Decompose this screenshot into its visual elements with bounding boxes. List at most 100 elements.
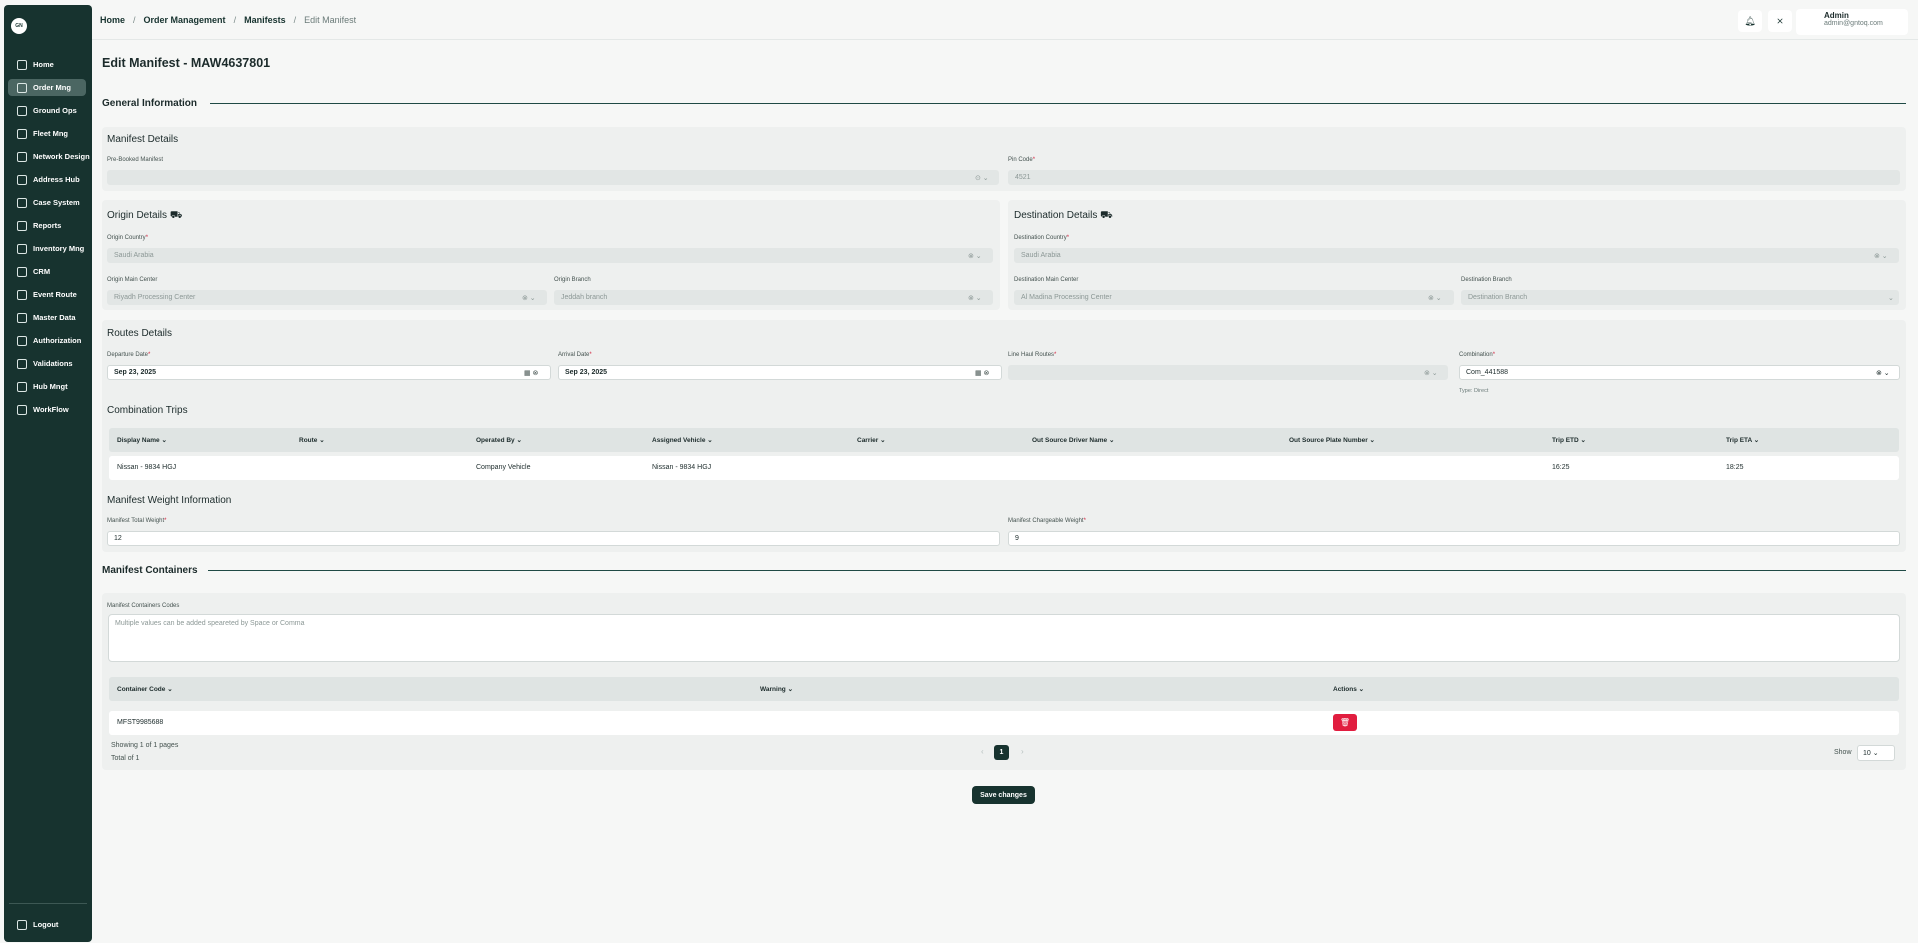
sidebar: GN Home Order Mng Ground Ops Fleet Mng Netwo… (4, 5, 92, 942)
cell-trip-eta: 18:25 (1726, 464, 1744, 471)
sidebar-item-fleet-mng[interactable]: Fleet Mng (8, 125, 86, 142)
containers-codes-textarea[interactable]: Multiple values can be added speareted b… (108, 614, 1900, 662)
destination-main-center-select[interactable]: Al Madina Processing Center (1014, 290, 1454, 305)
sidebar-item-label: Reports (33, 221, 62, 230)
translate-icon: ⨯ (1776, 15, 1784, 26)
arrival-date-input[interactable]: Sep 23, 2025 (558, 365, 1002, 380)
clear-icon[interactable]: ⊗ ⌄ (1874, 252, 1888, 260)
logout-icon (17, 919, 27, 930)
combination-label: Combination* (1459, 352, 1496, 358)
sidebar-item-case-system[interactable]: Case System (8, 194, 86, 211)
prev-page-icon[interactable]: ‹ (981, 747, 984, 756)
next-page-icon[interactable]: › (1021, 747, 1024, 756)
sidebar-item-master-data[interactable]: Master Data (8, 309, 86, 326)
delete-container-button[interactable]: 🗑︎ (1333, 714, 1357, 731)
ground-ops-icon (17, 105, 27, 116)
sidebar-item-workflow[interactable]: WorkFlow (8, 401, 86, 418)
page-button-current[interactable]: 1 (994, 745, 1009, 760)
origin-main-center-select[interactable]: Riyadh Processing Center (107, 290, 547, 305)
sidebar-item-home[interactable]: Home (8, 56, 86, 73)
translate-button[interactable]: ⨯ (1768, 10, 1792, 32)
clear-icon[interactable]: ⊗ ⌄ (522, 294, 536, 302)
chargeable-weight-label: Manifest Chargeable Weight* (1008, 518, 1086, 524)
event-route-icon (17, 289, 27, 300)
sidebar-item-crm[interactable]: CRM (8, 263, 86, 280)
col-operated-by[interactable]: Operated By ⌄ (476, 436, 522, 444)
col-actions[interactable]: Actions ⌄ (1333, 685, 1364, 693)
sidebar-item-address-hub[interactable]: Address Hub (8, 171, 86, 188)
destination-country-select[interactable]: Saudi Arabia (1014, 248, 1899, 263)
breadcrumb-order-management[interactable]: Order Management (144, 15, 226, 25)
sidebar-item-ground-ops[interactable]: Ground Ops (8, 102, 86, 119)
col-driver-name[interactable]: Out Source Driver Name ⌄ (1032, 436, 1114, 444)
line-haul-label: Line Haul Routes* (1008, 352, 1057, 358)
destination-branch-label: Destination Branch (1461, 277, 1512, 283)
chargeable-weight-input[interactable]: 9 (1008, 531, 1900, 546)
save-changes-button[interactable]: Save changes (972, 786, 1035, 804)
section-divider (210, 103, 1906, 104)
origin-country-label: Origin Country* (107, 235, 149, 241)
destination-branch-select[interactable]: Destination Branch (1461, 290, 1899, 305)
sidebar-item-validations[interactable]: Validations (8, 355, 86, 372)
col-trip-etd[interactable]: Trip ETD ⌄ (1552, 436, 1586, 444)
calendar-icon[interactable]: ▦ ⊗ (524, 369, 538, 377)
notification-button[interactable]: 🔔︎ (1738, 10, 1762, 32)
destination-country-label: Destination Country* (1014, 235, 1070, 241)
chevron-down-icon: ⌄ (1888, 295, 1894, 302)
calendar-icon[interactable]: ▦ ⊗ (975, 369, 989, 377)
destination-main-center-label: Destination Main Center (1014, 277, 1079, 283)
sidebar-item-inventory-mng[interactable]: Inventory Mng (8, 240, 86, 257)
clear-icon[interactable]: ⊗ ⌄ (1428, 294, 1442, 302)
sidebar-item-reports[interactable]: Reports (8, 217, 86, 234)
col-warning[interactable]: Warning ⌄ (760, 685, 793, 693)
clear-icon[interactable]: ⊗ ⌄ (1424, 369, 1438, 377)
breadcrumb-home[interactable]: Home (100, 15, 125, 25)
combination-type: Type: Direct (1459, 388, 1489, 394)
clear-icon[interactable]: ⊗ ⌄ (968, 252, 982, 260)
sidebar-item-hub-mngt[interactable]: Hub Mngt (8, 378, 86, 395)
prebooked-label: Pre-Booked Manifest (107, 157, 164, 163)
table-row[interactable]: MFST9985688 🗑︎ (109, 711, 1899, 735)
col-plate-number[interactable]: Out Source Plate Number ⌄ (1289, 436, 1375, 444)
origin-country-select[interactable]: Saudi Arabia (107, 248, 993, 263)
col-display-name[interactable]: Display Name ⌄ (117, 436, 167, 444)
cell-operated-by: Company Vehicle (476, 464, 531, 471)
col-container-code[interactable]: Container Code ⌄ (117, 685, 173, 693)
clear-icon[interactable]: ⊗ ⌄ (1876, 369, 1890, 377)
col-assigned-vehicle[interactable]: Assigned Vehicle ⌄ (652, 436, 713, 444)
truck-icon: ⛟ (169, 210, 183, 221)
sidebar-item-label: Inventory Mng (33, 244, 85, 253)
sidebar-item-order-mng[interactable]: Order Mng (8, 79, 86, 96)
origin-branch-select[interactable]: Jeddah branch (554, 290, 993, 305)
sidebar-item-network-design[interactable]: Network Design (8, 148, 90, 165)
containers-codes-label: Manifest Containers Codes (107, 603, 180, 609)
order-icon (17, 82, 27, 93)
topbar: Home / Order Management / Manifests / Ed… (92, 0, 1918, 40)
sidebar-item-label: Address Hub (33, 175, 80, 184)
sidebar-item-authorization[interactable]: Authorization (8, 332, 86, 349)
master-data-icon (17, 312, 27, 323)
col-trip-eta[interactable]: Trip ETA ⌄ (1726, 436, 1759, 444)
origin-details-card: Origin Details ⛟ Origin Country* Saudi A… (102, 200, 1000, 310)
origin-main-center-label: Origin Main Center (107, 277, 158, 283)
table-row[interactable]: Nissan - 9834 HGJ Company Vehicle Nissan… (109, 456, 1899, 480)
pin-code-input[interactable]: 4521 (1008, 170, 1900, 185)
prebooked-manifest-select[interactable] (107, 170, 999, 185)
authorization-icon (17, 335, 27, 346)
combination-select[interactable]: Com_441588 (1459, 365, 1900, 380)
col-carrier[interactable]: Carrier ⌄ (857, 436, 886, 444)
departure-date-input[interactable]: Sep 23, 2025 (107, 365, 551, 380)
clear-icon[interactable]: ⊗ ⌄ (968, 294, 982, 302)
page-size-select[interactable]: 10 ⌄ (1857, 745, 1895, 761)
breadcrumb-manifests[interactable]: Manifests (244, 15, 286, 25)
departure-date-label: Departure Date* (107, 352, 151, 358)
col-route[interactable]: Route ⌄ (299, 436, 325, 444)
sidebar-item-label: Authorization (33, 336, 82, 345)
sidebar-item-event-route[interactable]: Event Route (8, 286, 86, 303)
logout-label: Logout (33, 920, 59, 929)
logout-button[interactable]: Logout (8, 916, 86, 933)
validations-icon (17, 358, 27, 369)
line-haul-select[interactable] (1008, 365, 1448, 380)
user-menu[interactable]: Admin admin@gntoq.com (1796, 9, 1908, 35)
total-weight-input[interactable]: 12 (107, 531, 1000, 546)
